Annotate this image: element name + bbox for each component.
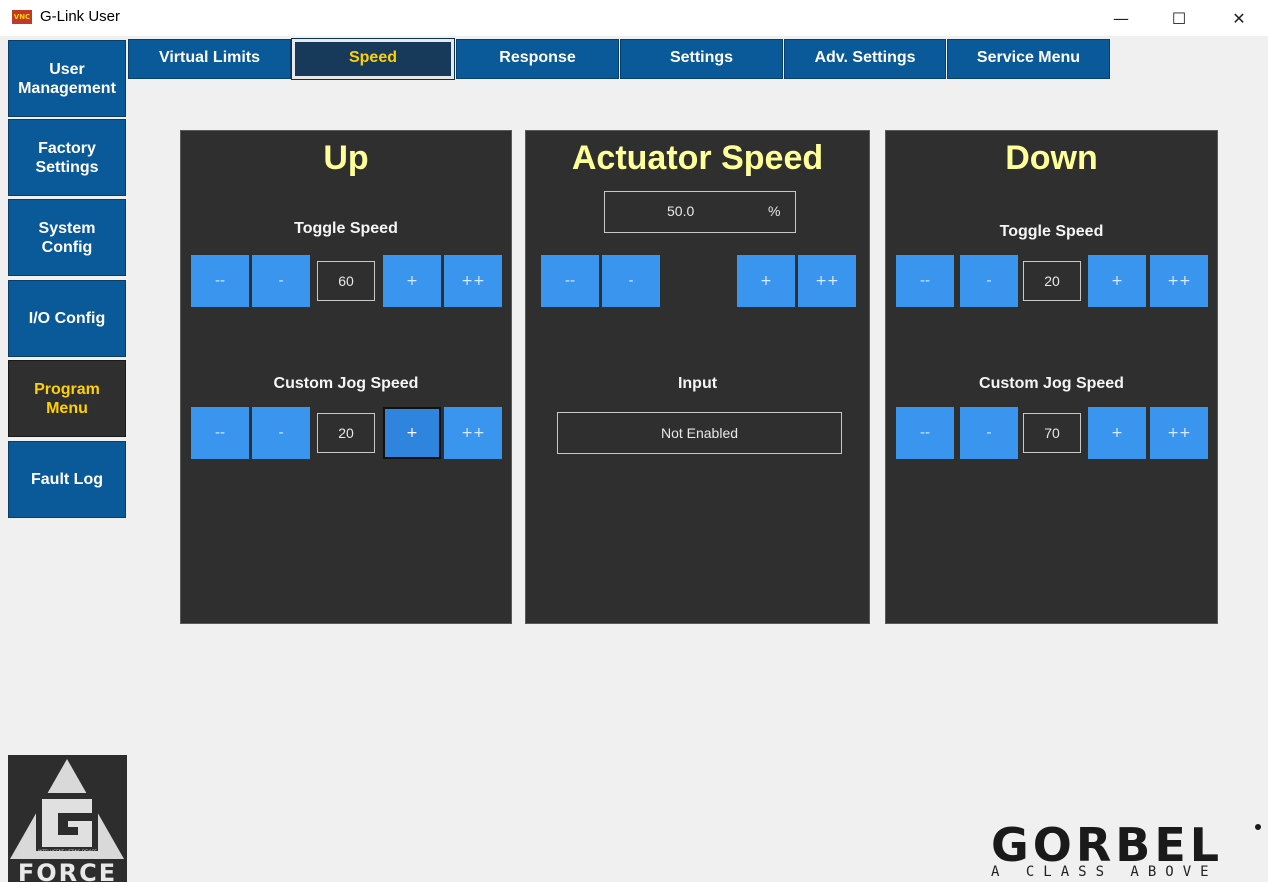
up-jog-decrease-large-button[interactable]: -- [191,407,249,459]
down-jog-increase-large-button[interactable]: ++ [1150,407,1208,459]
tab-adv-settings[interactable]: Adv. Settings [784,39,946,79]
actuator-increase-button[interactable]: + [737,255,795,307]
up-toggle-increase-button[interactable]: + [383,255,441,307]
up-jog-increase-large-button[interactable]: ++ [444,407,502,459]
down-toggle-speed-value[interactable]: 20 [1023,261,1081,301]
down-toggle-speed-label: Toggle Speed [999,223,1104,240]
tab-virtual-limits[interactable]: Virtual Limits [128,39,291,79]
up-title: Up [323,139,369,177]
up-toggle-speed-label: Toggle Speed [294,220,398,237]
input-label: Input [677,375,718,392]
up-toggle-decrease-large-button[interactable]: -- [191,255,249,307]
up-toggle-increase-large-button[interactable]: ++ [444,255,502,307]
up-custom-jog-speed-value[interactable]: 20 [317,413,375,453]
actuator-speed-unit: % [768,203,781,219]
actuator-decrease-large-button[interactable]: -- [541,255,599,307]
gorbel-wordmark: GORBEL [991,818,1224,872]
actuator-speed-title: Actuator Speed [571,139,824,177]
close-button[interactable]: ✕ [1216,0,1262,36]
sidebar-item-program-menu[interactable]: Program Menu [8,360,126,437]
down-custom-jog-speed-label: Custom Jog Speed [979,375,1124,392]
maximize-button[interactable]: ☐ [1156,0,1202,36]
tab-speed[interactable]: Speed [291,38,455,80]
up-custom-jog-speed-label: Custom Jog Speed [273,375,419,392]
down-toggle-increase-button[interactable]: + [1088,255,1146,307]
gforce-wordmark: FORCE [17,859,118,882]
down-toggle-increase-large-button[interactable]: ++ [1150,255,1208,307]
actuator-speed-field[interactable]: 50.0 % [604,191,796,233]
sidebar-item-io-config[interactable]: I/O Config [8,280,126,357]
minimize-button[interactable]: — [1098,0,1144,36]
up-jog-increase-button[interactable]: + [383,407,441,459]
up-toggle-speed-value[interactable]: 60 [317,261,375,301]
up-panel: Up Toggle Speed -- - 60 + ++ Custom Jog … [180,130,512,624]
gforce-logo: INTELLIGENT LIFTING DEVICE FORCE [8,755,127,882]
sidebar-item-fault-log[interactable]: Fault Log [8,441,126,518]
down-jog-increase-button[interactable]: + [1088,407,1146,459]
down-jog-decrease-large-button[interactable]: -- [896,407,954,459]
sidebar-item-factory-settings[interactable]: Factory Settings [8,119,126,196]
down-panel: Down Toggle Speed -- - 20 + ++ Custom Jo… [885,130,1218,624]
sidebar-item-system-config[interactable]: System Config [8,199,126,276]
actuator-speed-value: 50.0 [667,203,695,219]
up-toggle-decrease-button[interactable]: - [252,255,310,307]
actuator-decrease-button[interactable]: - [602,255,660,307]
down-toggle-decrease-button[interactable]: - [960,255,1018,307]
registered-mark-icon [1255,824,1261,830]
tab-response[interactable]: Response [456,39,619,79]
down-toggle-decrease-large-button[interactable]: -- [896,255,954,307]
actuator-speed-panel: Actuator Speed 50.0 % -- - + ++ Input No… [525,130,870,624]
window-title: G-Link User [40,8,121,25]
down-custom-jog-speed-value[interactable]: 70 [1023,413,1081,453]
vnc-app-icon: VNC [12,10,32,24]
tab-service-menu[interactable]: Service Menu [947,39,1110,79]
down-jog-decrease-button[interactable]: - [960,407,1018,459]
gorbel-tagline: A CLASS ABOVE [991,864,1218,880]
sidebar-item-user-management[interactable]: User Management [8,40,126,117]
title-bar: VNC G-Link User — ☐ ✕ [0,0,1268,36]
up-jog-decrease-button[interactable]: - [252,407,310,459]
gforce-tagline: INTELLIGENT LIFTING DEVICE [38,849,97,854]
down-title: Down [1005,139,1098,177]
actuator-increase-large-button[interactable]: ++ [798,255,856,307]
input-status-field[interactable]: Not Enabled [557,412,842,454]
gorbel-logo: GORBEL A CLASS ABOVE [985,822,1268,882]
tab-settings[interactable]: Settings [620,39,783,79]
